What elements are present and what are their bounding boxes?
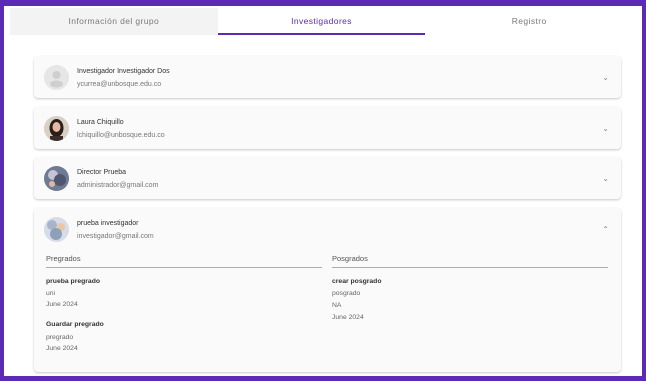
divider bbox=[46, 267, 322, 268]
posgrado-note: NA bbox=[332, 302, 342, 309]
researcher-card[interactable]: Director Prueba administrador@gmail.com … bbox=[34, 157, 621, 199]
tab-investigadores-label: Investigadores bbox=[291, 16, 352, 26]
pregrado-date: June 2024 bbox=[46, 301, 78, 308]
researcher-card[interactable]: Laura Chiquillo lchiquillo@unbosque.edu.… bbox=[34, 107, 621, 149]
avatar bbox=[44, 166, 69, 191]
researcher-email: lchiquillo@unbosque.edu.co bbox=[77, 132, 165, 139]
chevron-down-icon[interactable]: ⌄ bbox=[602, 73, 609, 82]
pregrado-title: prueba pregrado bbox=[46, 278, 101, 285]
researcher-card-expanded[interactable]: prueba investigador investigador@gmail.c… bbox=[34, 208, 621, 372]
pregrado-institution: pregrado bbox=[46, 334, 74, 341]
tab-investigadores[interactable]: Investigadores bbox=[217, 8, 426, 35]
divider bbox=[332, 267, 608, 268]
pregrados-header: Pregrados bbox=[46, 254, 81, 263]
researcher-email: administrador@gmail.com bbox=[77, 182, 159, 189]
researcher-name: Laura Chiquillo bbox=[77, 119, 124, 126]
tab-registro[interactable]: Registro bbox=[425, 8, 633, 35]
active-tab-indicator bbox=[217, 33, 426, 35]
researcher-card[interactable]: Investigador Investigador Dos ycurrea@un… bbox=[34, 56, 621, 98]
posgrado-title: crear posgrado bbox=[332, 278, 382, 285]
tab-bar: Información del grupo Investigadores Reg… bbox=[10, 8, 633, 35]
posgrado-institution: posgrado bbox=[332, 290, 361, 297]
avatar bbox=[44, 217, 69, 242]
chevron-down-icon[interactable]: ⌄ bbox=[602, 174, 609, 183]
posgrado-date: June 2024 bbox=[332, 314, 364, 321]
researcher-email: ycurrea@unbosque.edu.co bbox=[77, 81, 162, 88]
default-avatar-icon bbox=[44, 65, 69, 90]
researcher-email: investigador@gmail.com bbox=[77, 233, 154, 240]
posgrados-header: Posgrados bbox=[332, 254, 368, 263]
pregrado-title: Guardar pregrado bbox=[46, 321, 104, 328]
chevron-up-icon[interactable]: ⌃ bbox=[602, 225, 609, 234]
pregrado-institution: uni bbox=[46, 290, 56, 297]
chevron-down-icon[interactable]: ⌄ bbox=[602, 124, 609, 133]
avatar bbox=[44, 116, 69, 141]
researcher-name: Investigador Investigador Dos bbox=[77, 68, 170, 75]
pregrado-date: June 2024 bbox=[46, 345, 78, 352]
tab-informacion-grupo[interactable]: Información del grupo bbox=[10, 8, 218, 35]
researcher-name: prueba investigador bbox=[77, 220, 139, 227]
researcher-name: Director Prueba bbox=[77, 169, 127, 176]
